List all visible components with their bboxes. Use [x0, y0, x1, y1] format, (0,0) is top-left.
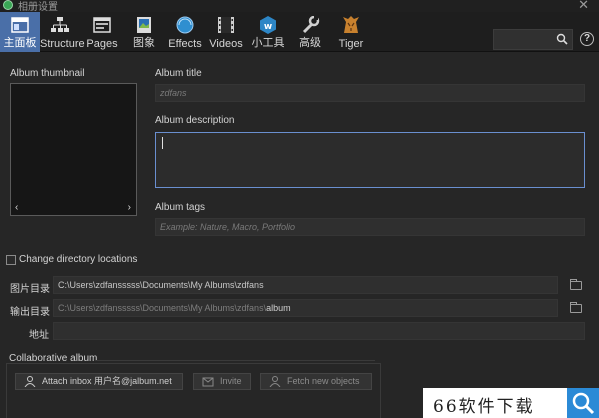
tab-label: 图象 — [133, 37, 155, 49]
tab-label: 高级 — [299, 37, 321, 49]
output-dir-suffix: album — [266, 303, 291, 313]
attach-inbox-label: Attach inbox 用户名@jalbum.net — [42, 376, 172, 386]
album-tags-label: Album tags — [155, 202, 206, 213]
tab-label: Tiger — [338, 38, 364, 50]
album-thumbnail[interactable]: ‹ › — [10, 83, 137, 216]
search-input[interactable] — [493, 29, 573, 50]
fetch-label: Fetch new objects — [287, 376, 360, 386]
thumb-next-icon[interactable]: › — [128, 202, 131, 213]
album-title-placeholder: zdfans — [160, 88, 187, 98]
group-divider — [95, 360, 375, 361]
magnifier-icon — [572, 392, 595, 415]
text-caret — [162, 137, 163, 149]
watermark-search-icon — [567, 388, 599, 418]
tab-image[interactable]: 图象 — [124, 12, 164, 52]
fetch-icon — [269, 376, 281, 387]
tab-structure[interactable]: Structure — [40, 12, 85, 52]
effects-icon — [176, 16, 194, 34]
tab-label: Videos — [209, 38, 243, 50]
invite-button[interactable]: Invite — [193, 373, 251, 390]
widgets-icon: w — [260, 16, 276, 34]
advanced-icon — [302, 16, 320, 34]
output-dir-label: 输出目录 — [10, 307, 50, 318]
image-dir-label: 图片目录 — [10, 284, 50, 295]
search-icon[interactable] — [556, 33, 568, 45]
change-directory-checkbox[interactable] — [6, 255, 16, 265]
tab-label: 主面板 — [3, 37, 37, 49]
album-thumbnail-label: Album thumbnail — [10, 68, 85, 79]
collab-group — [6, 363, 381, 418]
watermark: 66软件下载 — [423, 388, 599, 418]
user-icon — [24, 376, 36, 387]
videos-icon — [218, 17, 234, 33]
watermark-text: 66软件下载 — [433, 397, 535, 417]
tab-pages[interactable]: Pages — [82, 12, 122, 52]
album-title-input[interactable]: zdfans — [155, 84, 585, 102]
album-description-label: Album description — [155, 115, 235, 126]
tab-tiger[interactable]: Tiger — [332, 12, 370, 52]
pages-icon — [93, 17, 111, 33]
invite-label: Invite — [220, 376, 242, 386]
help-icon[interactable]: ? — [580, 32, 594, 46]
address-input[interactable] — [53, 322, 585, 340]
output-dir-prefix: C:\Users\zdfansssss\Documents\My Albums\… — [58, 303, 267, 313]
album-tags-input[interactable]: Example: Nature, Macro, Portfolio — [155, 218, 585, 236]
structure-icon — [51, 17, 69, 32]
tab-label: 小工具 — [251, 37, 285, 49]
fetch-new-objects-button[interactable]: Fetch new objects — [260, 373, 372, 390]
app-logo-icon — [3, 0, 13, 10]
folder-icon[interactable] — [570, 302, 582, 313]
toolbar: 主面板 Structure Pages 图象 Effects Videos w … — [0, 12, 599, 52]
album-title-label: Album title — [155, 68, 202, 79]
output-dir-input[interactable]: C:\Users\zdfansssss\Documents\My Albums\… — [53, 299, 558, 317]
tab-label: Pages — [86, 38, 118, 50]
title-bar: 相册设置 ✕ — [0, 0, 599, 13]
tab-widgets[interactable]: w 小工具 — [248, 12, 288, 52]
folder-icon[interactable] — [570, 279, 582, 290]
svg-text:w: w — [264, 22, 272, 32]
album-tags-placeholder: Example: Nature, Macro, Portfolio — [160, 222, 296, 232]
invite-icon — [202, 377, 214, 387]
tiger-icon — [343, 16, 359, 33]
tab-effects[interactable]: Effects — [166, 12, 204, 52]
tab-advanced[interactable]: 高级 — [290, 12, 330, 52]
thumb-prev-icon[interactable]: ‹ — [15, 202, 18, 213]
main-panel-icon — [11, 17, 29, 33]
album-description-input[interactable] — [155, 132, 585, 188]
tab-label: Structure — [40, 38, 85, 50]
tab-videos[interactable]: Videos — [206, 12, 246, 52]
address-label: 地址 — [29, 330, 49, 341]
image-dir-input[interactable]: C:\Users\zdfansssss\Documents\My Albums\… — [53, 276, 558, 294]
change-directory-label: Change directory locations — [19, 254, 138, 265]
tab-label: Effects — [168, 38, 202, 50]
tab-main-panel[interactable]: 主面板 — [0, 12, 40, 52]
attach-inbox-button[interactable]: Attach inbox 用户名@jalbum.net — [15, 373, 183, 390]
image-dir-value: C:\Users\zdfansssss\Documents\My Albums\… — [58, 280, 264, 290]
image-icon — [137, 17, 151, 33]
